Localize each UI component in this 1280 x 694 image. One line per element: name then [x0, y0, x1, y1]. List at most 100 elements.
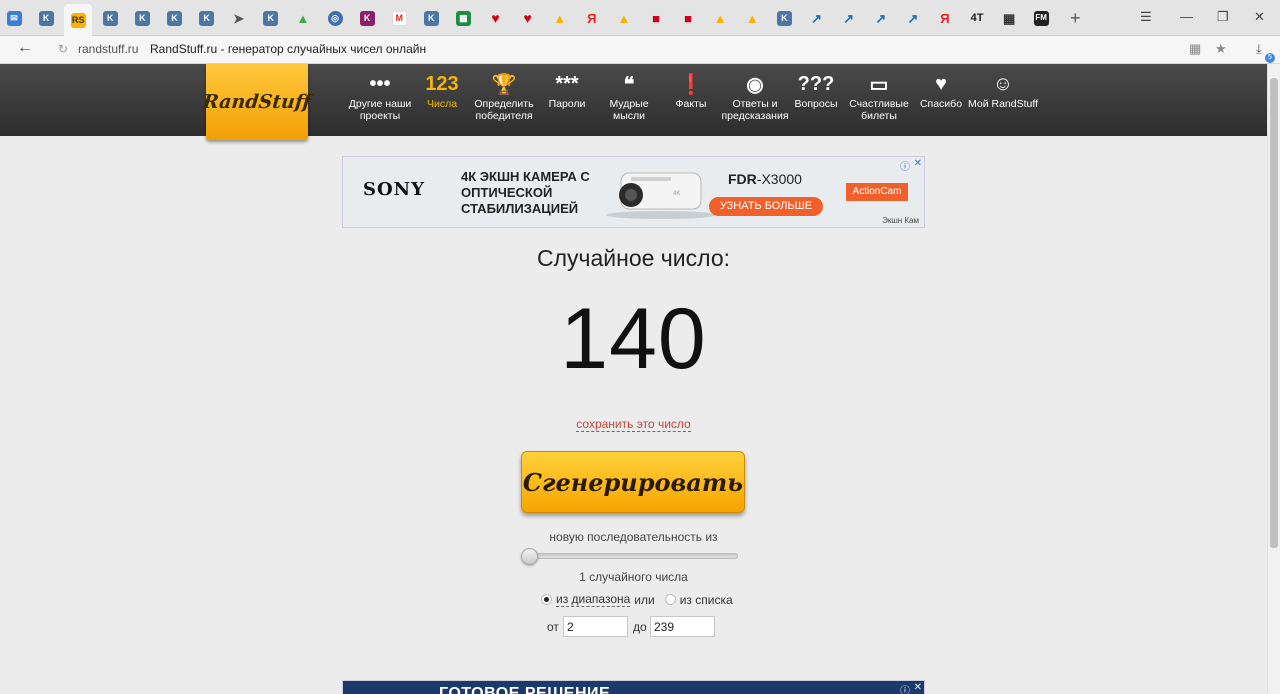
ad-info-icon[interactable]: ⓘ: [900, 158, 910, 173]
nav-item-label: Определить победителя: [474, 98, 534, 122]
scrollbar-thumb[interactable]: [1270, 78, 1278, 548]
new-tab-button[interactable]: +: [1070, 8, 1081, 29]
randstuff-logo[interactable]: RandStuff: [202, 64, 312, 140]
mode-list-label[interactable]: из списка: [680, 593, 733, 607]
browser-tab[interactable]: ✉: [0, 6, 28, 30]
mode-selector: из диапазона или из списка: [541, 592, 733, 607]
nav-item[interactable]: ▭ Счастливые билеты: [844, 70, 914, 130]
generate-button[interactable]: Сгенерировать: [521, 451, 745, 513]
browser-tab[interactable]: ■: [642, 6, 670, 30]
mode-range-label[interactable]: из диапазона: [556, 592, 631, 607]
browser-tab[interactable]: ▲: [546, 6, 574, 30]
radio-range[interactable]: [541, 594, 552, 605]
browser-tab[interactable]: ▲: [610, 6, 638, 30]
url-domain[interactable]: randstuff.ru: [78, 42, 138, 56]
browser-tab[interactable]: K: [257, 6, 285, 30]
nav-item-label: Числа: [426, 98, 458, 110]
nav-item[interactable]: ◉ Ответы и предсказания: [720, 70, 790, 130]
save-number-link[interactable]: сохранить это число: [576, 417, 691, 432]
bookmark-icon: ■: [652, 10, 660, 26]
radio-list[interactable]: [664, 594, 676, 605]
yandex-icon: Я: [587, 10, 597, 26]
browser-tab[interactable]: K: [128, 6, 156, 30]
browser-tab[interactable]: ▦: [995, 6, 1023, 30]
browser-tab[interactable]: ▲: [738, 6, 766, 30]
browser-tab[interactable]: RS: [64, 4, 93, 36]
qr-icon: ▦: [1002, 10, 1016, 26]
message-icon: ✉: [6, 10, 22, 26]
count-slider-track[interactable]: [524, 553, 738, 559]
ad-learn-more-button[interactable]: УЗНАТЬ БОЛЬШЕ: [709, 197, 823, 216]
browser-tab[interactable]: K: [353, 6, 381, 30]
count-slider-handle[interactable]: [521, 548, 538, 565]
browser-tab[interactable]: K: [96, 6, 124, 30]
bottom-ad-banner[interactable]: ГОТОВОЕ РЕШЕНИЕ ⓘ ✕: [342, 680, 925, 694]
quote-icon: ❝: [623, 73, 635, 96]
browser-tab[interactable]: ◎: [321, 6, 349, 30]
browser-tab[interactable]: K: [417, 6, 445, 30]
browser-tab[interactable]: M: [385, 6, 413, 30]
page-scrollbar[interactable]: [1267, 64, 1280, 694]
browser-tab[interactable]: ▲: [706, 6, 734, 30]
nav-item[interactable]: *** Пароли: [532, 70, 602, 130]
restore-icon[interactable]: ❐: [1217, 9, 1229, 25]
browser-tab[interactable]: FM: [1027, 6, 1055, 30]
bird-icon: ↗: [907, 10, 919, 26]
yellow-icon: ▲: [553, 10, 567, 26]
browser-tab[interactable]: ↗: [899, 6, 927, 30]
nav-item[interactable]: ♥ Спасибо: [906, 70, 976, 130]
from-input[interactable]: [563, 616, 628, 637]
nav-item[interactable]: ••• Другие наши проекты: [345, 70, 415, 130]
page-title-text[interactable]: RandStuff.ru - генератор случайных чисел…: [150, 42, 426, 56]
yandex-icon: Я: [940, 10, 950, 26]
nav-item[interactable]: ❗ Факты: [656, 70, 726, 130]
browser-tab[interactable]: ↗: [835, 6, 863, 30]
to-input[interactable]: [650, 616, 715, 637]
trophy-icon: 🏆: [491, 73, 517, 96]
back-arrow-icon[interactable]: ←: [17, 39, 33, 57]
close-window-icon[interactable]: ✕: [1254, 9, 1265, 25]
more-icon: •••: [369, 72, 391, 95]
nav-item[interactable]: ❝ Мудрые мысли: [594, 70, 664, 130]
browser-tab[interactable]: ➤: [225, 6, 253, 30]
browser-tab[interactable]: ↗: [867, 6, 895, 30]
nav-item[interactable]: 🏆 Определить победителя: [469, 70, 539, 130]
yellow-icon: ▲: [745, 10, 759, 26]
menu-icon[interactable]: ☰: [1140, 9, 1152, 25]
browser-tab[interactable]: ▲: [289, 6, 317, 30]
vk-icon: K: [134, 10, 150, 26]
minimize-icon[interactable]: —: [1180, 9, 1193, 24]
browser-tab[interactable]: 4T: [963, 6, 991, 30]
ad-brand: SONY: [363, 179, 425, 200]
reload-icon[interactable]: ↻: [58, 42, 68, 56]
browser-tab[interactable]: K: [161, 6, 189, 30]
sheets-icon: ▦: [455, 10, 471, 26]
browser-tab[interactable]: ■: [674, 6, 702, 30]
browser-tab[interactable]: ↗: [803, 6, 831, 30]
browser-tab[interactable]: ♥: [482, 6, 510, 30]
nav-item[interactable]: ☺ Мой RandStuff: [968, 70, 1038, 130]
heart-icon: ♥: [935, 72, 947, 95]
browser-tab[interactable]: K: [770, 6, 798, 30]
action-camera-image: 4K: [606, 172, 716, 219]
nav-item-label: Счастливые билеты: [849, 98, 909, 122]
browser-tab[interactable]: K: [32, 6, 60, 30]
browser-tab[interactable]: ♥: [514, 6, 542, 30]
browser-tab[interactable]: ▦: [449, 6, 477, 30]
nav-item[interactable]: 123 Числа: [407, 70, 477, 130]
bottom-ad-close-icon[interactable]: ✕: [914, 682, 922, 693]
browser-tab[interactable]: K: [193, 6, 221, 30]
ad-close-icon[interactable]: ✕: [914, 158, 922, 169]
nav-item-label: Ответы и предсказания: [721, 98, 789, 122]
nav-item[interactable]: ??? Вопросы: [781, 70, 851, 130]
bookmark-star-icon[interactable]: ★: [1215, 41, 1227, 57]
reader-mode-icon[interactable]: ▦: [1189, 41, 1201, 57]
top-ad-banner[interactable]: SONY 4К ЭКШН КАМЕРА С ОПТИЧЕСКОЙ СТАБИЛИ…: [342, 156, 925, 228]
browser-tab[interactable]: Я: [931, 6, 959, 30]
yellow-icon: ▲: [617, 10, 631, 26]
address-bar: ← ↻ randstuff.ru RandStuff.ru - генерато…: [0, 36, 1280, 64]
browser-tab[interactable]: Я: [578, 6, 606, 30]
download-icon[interactable]: ⤓: [1256, 41, 1262, 57]
download-count-badge: 5: [1265, 53, 1275, 63]
bottom-ad-info-icon[interactable]: ⓘ: [900, 682, 910, 694]
